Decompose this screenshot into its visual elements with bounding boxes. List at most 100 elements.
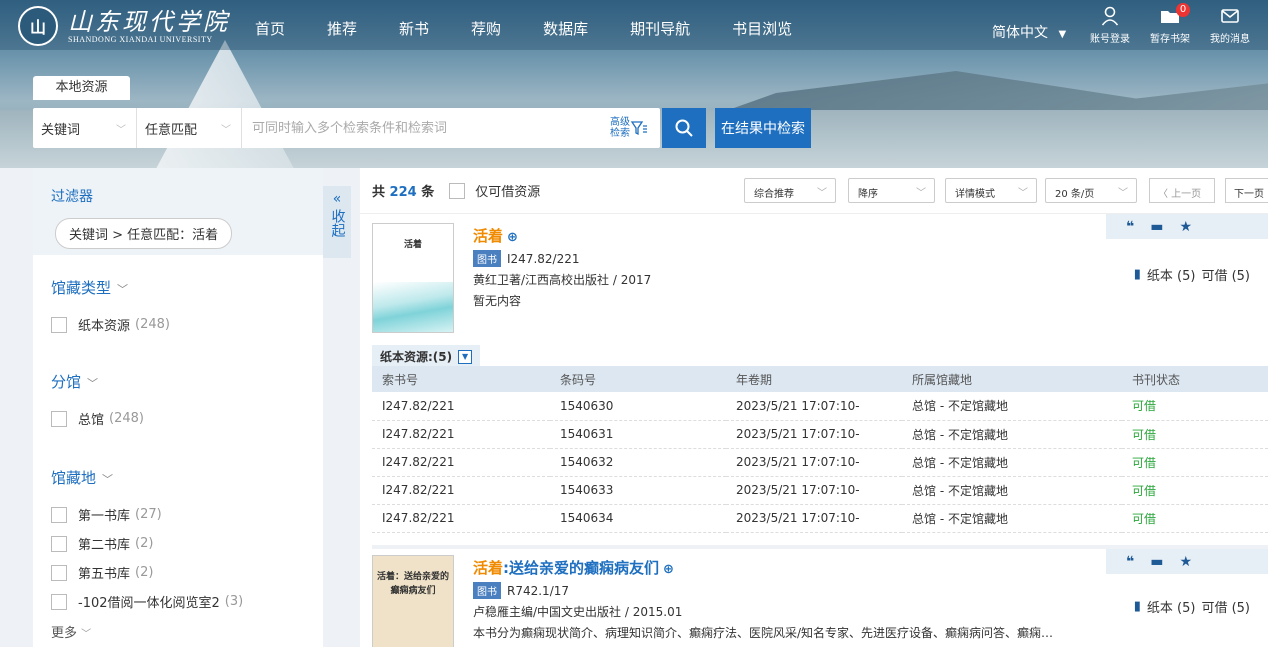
chevron-down-icon: ﹀ bbox=[817, 188, 827, 199]
more-filters-link[interactable]: 更多 ﹀ bbox=[51, 622, 323, 641]
facet-title-branch[interactable]: 分馆 ﹀ bbox=[51, 371, 323, 392]
match-mode-select[interactable]: 任意匹配 ﹀ bbox=[137, 108, 242, 148]
nav-recommend[interactable]: 推荐 bbox=[327, 18, 357, 39]
filter-panel: 过滤器 关键词 > 任意匹配：活着 馆藏类型 ﹀ 纸本资源 (248) 分馆 ﹀ 总馆… bbox=[33, 168, 323, 647]
nav-new-books[interactable]: 新书 bbox=[399, 18, 429, 39]
book-cover[interactable]: 活着：送给亲爱的癫痫病友们 bbox=[372, 555, 454, 647]
site-logo[interactable]: 山 山东现代学院 SHANDONG XIANDAI UNIVERSITY bbox=[18, 6, 230, 46]
checkbox[interactable] bbox=[51, 535, 67, 552]
sort-select[interactable]: 综合推荐 ﹀ bbox=[744, 178, 836, 203]
status-cell: 可借 bbox=[1122, 420, 1268, 449]
zoom-in-icon[interactable]: ⊕ bbox=[507, 230, 518, 245]
facet-title-location[interactable]: 馆藏地 ﹀ bbox=[51, 467, 323, 488]
book-title-link[interactable]: 活着 ⊕ bbox=[473, 225, 651, 246]
folder-icon[interactable]: ▬ bbox=[1150, 219, 1163, 235]
star-icon[interactable]: ★ bbox=[1179, 219, 1192, 235]
zoom-in-icon[interactable]: ⊕ bbox=[663, 562, 674, 577]
search-icon bbox=[675, 119, 693, 137]
checkbox[interactable] bbox=[51, 410, 67, 427]
result-item: 活着：送给亲爱的癫痫病友们 活着:送给亲爱的癫痫病友们 ⊕ 图书 R742.1/17… bbox=[360, 549, 1268, 647]
checkbox[interactable] bbox=[51, 316, 67, 333]
local-resource-tab[interactable]: 本地资源 bbox=[33, 76, 130, 100]
available-only-label: 仅可借资源 bbox=[475, 185, 541, 200]
book-title-link[interactable]: 活着:送给亲爱的癫痫病友们 ⊕ bbox=[473, 557, 1053, 578]
col-barcode: 条码号 bbox=[550, 366, 726, 392]
table-row: I247.82/221 1540630 2023/5/21 17:07:10- 总馆 … bbox=[372, 392, 1268, 421]
prev-page-button[interactable]: 〈 上一页 bbox=[1149, 178, 1215, 203]
call-number: R742.1/17 bbox=[507, 583, 570, 598]
shelf-count-badge: 0 bbox=[1176, 3, 1190, 17]
available-only-toggle[interactable]: 仅可借资源 bbox=[449, 181, 540, 200]
col-volume: 年卷期 bbox=[726, 366, 902, 392]
funnel-icon bbox=[630, 121, 647, 136]
folder-icon[interactable]: ▬ bbox=[1150, 554, 1163, 570]
cell: 2023/5/21 17:07:10- bbox=[726, 476, 902, 505]
holdings-label: 纸本资源:(5) bbox=[380, 350, 453, 364]
filter-option[interactable]: -102借阅一体化阅览室2 (3) bbox=[51, 587, 323, 616]
active-filter-chip[interactable]: 关键词 > 任意匹配：活着 bbox=[55, 218, 233, 249]
order-select[interactable]: 降序 ﹀ bbox=[848, 178, 935, 203]
results-toolbar: 共 224 条 仅可借资源 综合推荐 ﹀ 降序 ﹀ 详情模式 ﹀ 20 条/页 ﹀ 〈 … bbox=[360, 168, 1268, 214]
advanced-label-line2: 检索 bbox=[610, 128, 630, 139]
filter-option[interactable]: 第二书库 (2) bbox=[51, 529, 323, 558]
filter-option[interactable]: 纸本资源 (248) bbox=[51, 310, 323, 339]
page-size-select[interactable]: 20 条/页 ﹀ bbox=[1045, 178, 1137, 203]
facet-title-label: 分馆 bbox=[51, 373, 82, 391]
nav-database[interactable]: 数据库 bbox=[543, 18, 588, 39]
collapse-filter-button[interactable]: « 收起 bbox=[323, 186, 351, 258]
my-messages-label: 我的消息 bbox=[1210, 34, 1250, 45]
filter-option-count: (2) bbox=[135, 536, 154, 551]
advanced-search-button[interactable]: 高级 检索 bbox=[610, 117, 660, 139]
summary: 本书分为癫痫现状简介、病理知识简介、癫痫疗法、医院风采/知名专家、先进医疗设备、… bbox=[473, 626, 1054, 640]
filter-option[interactable]: 总馆 (248) bbox=[51, 404, 323, 433]
language-select[interactable]: 简体中文 ▼ bbox=[992, 22, 1066, 42]
holdings-toggle[interactable]: 纸本资源:(5) ▼ bbox=[372, 345, 481, 368]
search-in-results-button[interactable]: 在结果中检索 bbox=[715, 108, 811, 148]
next-page-button[interactable]: 下一页 bbox=[1225, 178, 1268, 203]
view-mode-value: 详情模式 bbox=[955, 189, 995, 200]
filter-option[interactable]: 第一书库 (27) bbox=[51, 500, 323, 529]
page-size-value: 20 条/页 bbox=[1055, 189, 1095, 200]
result-item: 活着 活着 ⊕ 图书 I247.82/221 黄红卫著/江西高校出版社 / 2017… bbox=[360, 214, 1268, 549]
col-call-number: 索书号 bbox=[372, 366, 550, 392]
double-chevron-left-icon: « bbox=[332, 191, 342, 207]
chevron-down-icon: ﹀ bbox=[87, 377, 99, 390]
match-mode-value: 任意匹配 bbox=[145, 122, 198, 138]
search-field-select[interactable]: 关键词 ﹀ bbox=[33, 108, 137, 148]
facet-location: 馆藏地 ﹀ 第一书库 (27) 第二书库 (2) 第五书库 (2) -102借阅一体化阅… bbox=[33, 467, 323, 641]
nav-catalog-browse[interactable]: 书目浏览 bbox=[732, 18, 792, 39]
my-messages-button[interactable]: 我的消息 bbox=[1208, 6, 1252, 45]
filter-option-label: 第二书库 bbox=[78, 538, 131, 553]
cell: 2023/5/21 17:07:10- bbox=[726, 420, 902, 449]
chevron-down-icon: ﹀ bbox=[1118, 188, 1128, 199]
view-mode-select[interactable]: 详情模式 ﹀ bbox=[945, 178, 1037, 203]
summary: 暂无内容 bbox=[473, 294, 522, 308]
filter-option-count: (248) bbox=[135, 317, 170, 332]
star-icon[interactable]: ★ bbox=[1179, 554, 1192, 570]
call-number: I247.82/221 bbox=[507, 251, 580, 266]
cell: 总馆 - 不定馆藏地 bbox=[902, 476, 1122, 505]
cell: I247.82/221 bbox=[372, 476, 550, 505]
temp-shelf-button[interactable]: 0 暂存书架 bbox=[1148, 3, 1192, 45]
quote-icon[interactable]: ❝ bbox=[1126, 554, 1134, 570]
checkbox[interactable] bbox=[449, 182, 466, 199]
facet-title-collection-type[interactable]: 馆藏类型 ﹀ bbox=[51, 277, 323, 298]
search-button[interactable] bbox=[662, 108, 706, 148]
checkbox[interactable] bbox=[51, 564, 67, 581]
search-input[interactable] bbox=[242, 109, 610, 147]
nav-home[interactable]: 首页 bbox=[255, 18, 285, 39]
nav-journal-guide[interactable]: 期刊导航 bbox=[630, 18, 690, 39]
account-login-button[interactable]: 账号登录 bbox=[1088, 6, 1132, 45]
quote-icon[interactable]: ❝ bbox=[1126, 219, 1134, 235]
mail-icon bbox=[1221, 9, 1239, 23]
book-cover[interactable]: 活着 bbox=[372, 223, 454, 333]
filter-option[interactable]: 第五书库 (2) bbox=[51, 558, 323, 587]
cell: 总馆 - 不定馆藏地 bbox=[902, 448, 1122, 477]
nav-purchase-request[interactable]: 荐购 bbox=[471, 18, 501, 39]
user-icon bbox=[1101, 6, 1119, 26]
checkbox[interactable] bbox=[51, 506, 67, 523]
checkbox[interactable] bbox=[51, 593, 67, 610]
facet-title-label: 馆藏类型 bbox=[51, 279, 112, 297]
chevron-down-icon: ﹀ bbox=[116, 125, 126, 136]
logo-name-cn: 山东现代学院 bbox=[68, 7, 230, 36]
